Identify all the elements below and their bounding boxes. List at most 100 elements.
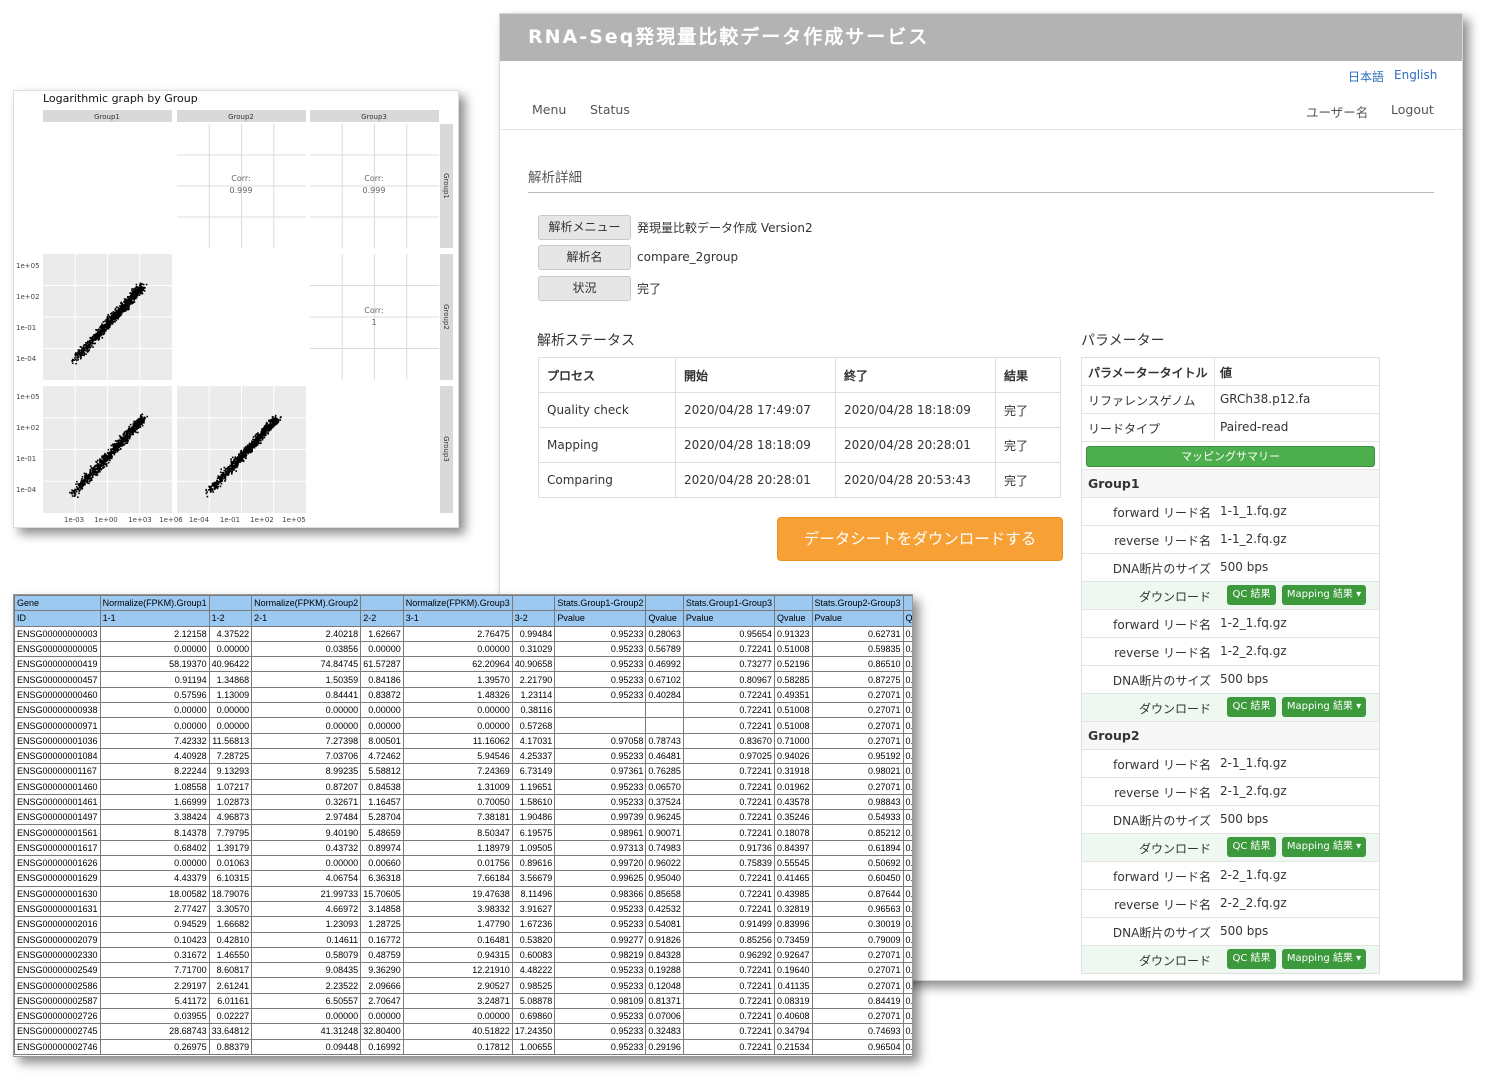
sheet-cell[interactable]: Stats.Group2-Group3 xyxy=(811,595,904,612)
sheet-cell[interactable]: 8.00501 xyxy=(360,732,404,749)
sheet-cell[interactable]: 7.42332 xyxy=(99,732,210,749)
sheet-cell[interactable]: 0.95233 xyxy=(554,1023,647,1040)
sheet-cell[interactable]: 1.13009 xyxy=(208,686,253,704)
sheet-cell[interactable]: 0.00000 xyxy=(402,640,513,658)
sheet-cell[interactable]: 0.92647 xyxy=(773,946,813,964)
nav-user[interactable]: ユーザー名 xyxy=(1306,102,1368,121)
sheet-cell[interactable]: 0.54933 xyxy=(811,809,904,826)
sheet-cell[interactable]: ENSG00000001167 xyxy=(14,763,101,780)
sheet-cell[interactable]: Pvalue xyxy=(554,610,647,627)
sheet-cell[interactable]: 19.47638 xyxy=(402,885,513,902)
sheet-cell[interactable]: 0.69860 xyxy=(511,1008,556,1025)
sheet-cell[interactable]: 0.31029 xyxy=(511,640,556,658)
sheet-cell[interactable]: 0.27071 xyxy=(811,778,904,795)
sheet-cell[interactable]: 0.72241 xyxy=(682,1008,775,1025)
sheet-cell[interactable]: 0.98843 xyxy=(811,793,904,811)
sheet-cell[interactable]: 0.31918 xyxy=(773,763,813,780)
sheet-cell[interactable]: 7.03706 xyxy=(251,747,362,765)
sheet-cell[interactable]: 1.08558 xyxy=(99,778,210,795)
sheet-cell[interactable]: 4.25337 xyxy=(511,747,556,765)
sheet-cell[interactable]: 0.46481 xyxy=(645,747,684,765)
sheet-cell[interactable]: 0.00000 xyxy=(99,855,210,872)
sheet-cell[interactable]: 0.79229 xyxy=(902,656,912,673)
sheet-cell[interactable]: 0.00660 xyxy=(360,855,404,872)
sheet-cell[interactable]: ENSG00000001626 xyxy=(14,855,101,872)
sheet-cell[interactable]: 0.84328 xyxy=(645,946,684,964)
sheet-cell[interactable]: 3.30570 xyxy=(208,900,253,918)
sheet-cell[interactable]: 0.00000 xyxy=(208,640,253,658)
sheet-cell[interactable]: 0.86510 xyxy=(811,656,904,673)
qc-result-button[interactable]: QC 結果 xyxy=(1227,949,1276,969)
sheet-cell[interactable]: 0.99484 xyxy=(511,625,556,642)
sheet-cell[interactable] xyxy=(645,702,684,719)
sheet-cell[interactable]: 1.62667 xyxy=(360,625,404,642)
download-datasheet-button[interactable]: データシートをダウンロードする xyxy=(777,517,1063,561)
sheet-cell[interactable]: 8.50347 xyxy=(402,824,513,841)
sheet-cell[interactable]: 3.98332 xyxy=(402,900,513,918)
sheet-cell[interactable]: 0.03955 xyxy=(99,1008,210,1025)
sheet-cell[interactable]: 0.00000 xyxy=(402,717,513,734)
sheet-cell[interactable]: 17.24350 xyxy=(511,1023,556,1040)
sheet-cell[interactable]: 1.23093 xyxy=(251,916,362,933)
sheet-cell[interactable]: 0.91323 xyxy=(773,625,813,642)
sheet-cell[interactable]: 0.99720 xyxy=(554,855,647,872)
sheet-cell[interactable]: 0.14826 xyxy=(902,717,912,734)
sheet-cell[interactable]: 7.71700 xyxy=(99,962,210,979)
sheet-cell[interactable]: 0.90071 xyxy=(645,824,684,841)
sheet-cell[interactable] xyxy=(554,702,647,719)
sheet-cell[interactable]: 8.22244 xyxy=(99,763,210,780)
sheet-cell[interactable]: 0.32671 xyxy=(251,793,362,811)
sheet-cell[interactable]: 0.41135 xyxy=(773,977,813,994)
sheet-cell[interactable]: 0.16992 xyxy=(360,1038,404,1055)
sheet-cell[interactable]: 0.27071 xyxy=(811,946,904,964)
sheet-cell[interactable]: 1.39570 xyxy=(402,671,513,688)
sheet-cell[interactable]: 18.00582 xyxy=(99,885,210,902)
sheet-cell[interactable]: 1.50359 xyxy=(251,671,362,688)
lang-japanese-link[interactable]: 日本語 xyxy=(1348,68,1384,85)
sheet-cell[interactable]: 0.16804 xyxy=(902,916,912,933)
sheet-cell[interactable]: ENSG00000002587 xyxy=(14,992,101,1010)
sheet-cell[interactable]: 5.08878 xyxy=(511,992,556,1010)
sheet-cell[interactable]: 0.98109 xyxy=(554,992,647,1010)
sheet-cell[interactable]: 0.69220 xyxy=(902,931,912,948)
sheet-cell[interactable]: 1.58610 xyxy=(511,793,556,811)
sheet-cell[interactable]: 7.66184 xyxy=(402,870,513,887)
sheet-cell[interactable]: 0.52196 xyxy=(773,656,813,673)
sheet-cell[interactable] xyxy=(554,717,647,734)
sheet-cell[interactable]: 9.08435 xyxy=(251,962,362,979)
sheet-cell[interactable]: 5.41172 xyxy=(99,992,210,1010)
sheet-cell[interactable]: 0.00000 xyxy=(99,640,210,658)
sheet-cell[interactable]: ENSG00000001461 xyxy=(14,793,101,811)
sheet-cell[interactable]: 0.41465 xyxy=(773,870,813,887)
sheet-cell[interactable]: 0.00000 xyxy=(208,702,253,719)
sheet-cell[interactable]: 0.42810 xyxy=(208,931,253,948)
sheet-cell[interactable]: 0.91194 xyxy=(99,671,210,688)
sheet-cell[interactable]: 0.44172 xyxy=(902,870,912,887)
sheet-cell[interactable]: 0.83670 xyxy=(682,732,775,749)
sheet-cell[interactable]: 2.97484 xyxy=(251,809,362,826)
sheet-cell[interactable]: 0.16772 xyxy=(360,931,404,948)
sheet-cell[interactable]: 0.46838 xyxy=(902,625,912,642)
sheet-cell[interactable]: 0.95233 xyxy=(554,900,647,918)
sheet-cell[interactable]: 0.38116 xyxy=(511,702,556,719)
sheet-cell[interactable]: 0.92145 xyxy=(902,747,912,765)
sheet-cell[interactable]: 0.72241 xyxy=(682,809,775,826)
sheet-cell[interactable]: 0.95233 xyxy=(554,656,647,673)
sheet-cell[interactable]: 0.85256 xyxy=(682,931,775,948)
sheet-cell[interactable]: 0.58079 xyxy=(251,946,362,964)
sheet-cell[interactable]: Pvalue xyxy=(811,610,904,627)
sheet-cell[interactable]: 1-1 xyxy=(99,610,210,627)
sheet-cell[interactable]: 0.00000 xyxy=(251,855,362,872)
sheet-cell[interactable]: 0.32483 xyxy=(645,1023,684,1040)
sheet-cell[interactable]: 0.07006 xyxy=(645,1008,684,1025)
sheet-cell[interactable]: ENSG00000002746 xyxy=(14,1038,101,1055)
sheet-cell[interactable]: 0.27071 xyxy=(811,732,904,749)
sheet-cell[interactable]: 0.72241 xyxy=(682,962,775,979)
sheet-cell[interactable]: 3-1 xyxy=(402,610,513,627)
sheet-cell[interactable]: 0.01756 xyxy=(402,855,513,872)
sheet-cell[interactable]: 0.78743 xyxy=(645,732,684,749)
sheet-cell[interactable]: 0.72241 xyxy=(682,885,775,902)
sheet-cell[interactable]: 40.96422 xyxy=(208,656,253,673)
sheet-cell[interactable]: 0.45833 xyxy=(902,839,912,857)
sheet-cell[interactable]: 4.40928 xyxy=(99,747,210,765)
